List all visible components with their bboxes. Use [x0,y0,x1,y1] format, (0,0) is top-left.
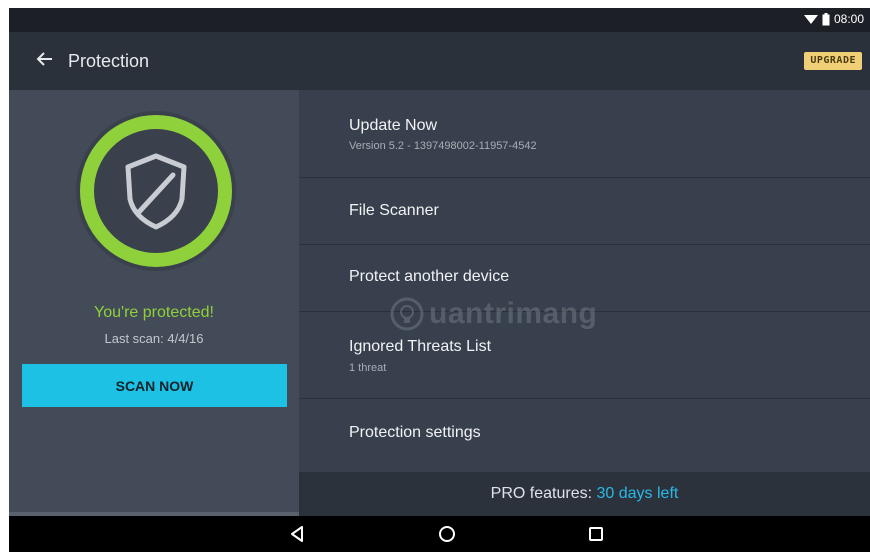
shield-status-icon [76,111,236,271]
page-title: Protection [68,51,150,71]
status-bar: 08:00 [9,8,870,32]
home-nav-icon[interactable] [435,522,459,546]
days-left-text: 30 days left [596,485,679,502]
lightbulb-icon [390,297,424,331]
wifi-icon [803,15,818,24]
watermark-text: uantrimang [429,297,598,330]
menu-item-title: File Scanner [349,202,439,219]
clock: 08:00 [833,12,864,26]
upgrade-button[interactable]: UPGRADE [804,52,862,70]
menu-item-update-now[interactable]: Update Now Version 5.2 - 1397498002-1195… [299,90,870,178]
menu-item-subtitle: Version 5.2 - 1397498002-11957-4542 [349,140,537,152]
menu-item-file-scanner[interactable]: File Scanner [299,178,870,245]
protection-status-text: You're protected! [94,304,214,321]
menu-item-title: Protection settings [349,424,481,441]
pro-features-label: PRO features: [490,485,593,502]
recents-nav-icon[interactable] [584,522,608,546]
menu-item-title: Protect another device [349,268,510,285]
last-scan-text: Last scan: 4/4/16 [104,331,204,346]
app-window: 08:00 Protection UPGRADE You're protecte… [9,8,870,552]
protection-status-panel: You're protected! Last scan: 4/4/16 SCAN… [9,90,299,512]
pro-features-bar[interactable]: PRO features: 30 days left [299,472,870,516]
scan-now-button[interactable]: SCAN NOW [22,364,287,407]
menu-item-protection-settings[interactable]: Protection settings [299,399,870,472]
back-arrow-icon[interactable] [33,47,57,71]
menu-item-subtitle: 1 threat [349,362,387,374]
protection-menu: Update Now Version 5.2 - 1397498002-1195… [299,90,870,472]
battery-icon [822,12,830,25]
app-bar: Protection UPGRADE [9,32,870,90]
watermark: uantrimang [389,296,597,332]
back-nav-icon[interactable] [285,522,309,546]
menu-item-title: Ignored Threats List [349,338,492,355]
status-icons: 08:00 [803,12,864,26]
system-nav-bar [9,516,870,552]
menu-item-title: Update Now [349,117,438,134]
